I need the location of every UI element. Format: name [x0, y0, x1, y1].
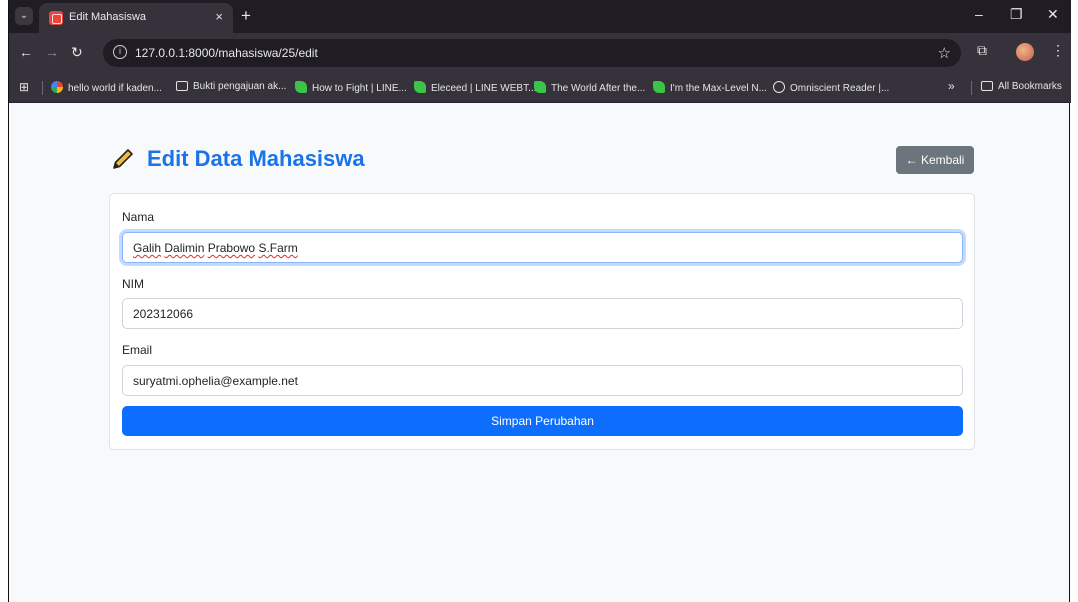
address-url[interactable]: 127.0.0.1:8000/mahasiswa/25/edit — [135, 46, 318, 60]
minimize-icon[interactable]: – — [975, 6, 983, 22]
nama-label: Nama — [122, 210, 155, 224]
bookmark-item[interactable]: How to Fight | LINE... — [295, 81, 407, 94]
google-icon — [51, 81, 63, 93]
bookmark-item[interactable]: I'm the Max-Level N... — [653, 81, 767, 94]
bookmark-item[interactable]: Eleceed | LINE WEBT... — [414, 81, 536, 94]
email-input[interactable]: suryatmi.ophelia@example.net — [122, 365, 963, 396]
save-changes-button[interactable]: Simpan Perubahan — [122, 406, 963, 436]
bookmarks-bar: ⊞ hello world if kaden... Bukti pengajua… — [9, 73, 1071, 103]
address-bar[interactable]: i 127.0.0.1:8000/mahasiswa/25/edit ☆ — [103, 39, 961, 67]
laravel-favicon-icon — [49, 11, 63, 25]
bookmark-item[interactable]: hello world if kaden... — [51, 81, 162, 94]
line-webtoon-icon — [653, 81, 665, 93]
tab-bar: ⌄ Edit Mahasiswa × + – ❐ ✕ — [9, 0, 1071, 33]
bookmark-item[interactable]: Omniscient Reader |... — [773, 81, 889, 94]
nama-input[interactable]: Galih Dalimin Prabowo S.Farm — [122, 232, 963, 263]
close-window-icon[interactable]: ✕ — [1047, 6, 1059, 23]
line-webtoon-icon — [414, 81, 426, 93]
forward-arrow-icon[interactable]: → — [45, 44, 59, 60]
back-arrow-icon[interactable]: ← — [19, 44, 33, 60]
page-title: Edit Data Mahasiswa — [111, 146, 365, 172]
tab-title: Edit Mahasiswa — [69, 11, 147, 23]
nim-label: NIM — [122, 277, 144, 291]
restore-icon[interactable]: ❐ — [1010, 6, 1023, 23]
new-tab-icon[interactable]: + — [241, 6, 251, 26]
bookmarks-divider — [971, 81, 972, 95]
tab-active[interactable]: Edit Mahasiswa × — [39, 3, 233, 33]
browser-window: ⌄ Edit Mahasiswa × + – ❐ ✕ ← → ↻ i 127.0… — [8, 0, 1071, 602]
globe-icon — [773, 81, 785, 93]
extensions-icon[interactable]: ⧉ — [977, 42, 987, 59]
reload-icon[interactable]: ↻ — [71, 44, 83, 61]
folder-icon — [981, 81, 993, 91]
tab-close-icon[interactable]: × — [215, 9, 223, 24]
page-title-text: Edit Data Mahasiswa — [147, 146, 365, 171]
page-content: Edit Data Mahasiswa ← Kembali Nama Galih… — [9, 104, 1069, 602]
edit-form-card: Nama Galih Dalimin Prabowo S.Farm NIM 20… — [109, 193, 975, 450]
pencil-icon — [113, 149, 133, 169]
bookmark-star-icon[interactable]: ☆ — [938, 44, 951, 62]
email-label: Email — [122, 343, 153, 357]
profile-avatar[interactable] — [1016, 43, 1034, 61]
folder-icon — [176, 81, 188, 91]
tab-search-icon[interactable]: ⌄ — [15, 7, 33, 25]
apps-grid-icon[interactable]: ⊞ — [19, 80, 29, 94]
bookmark-item[interactable]: Bukti pengajuan ak... — [176, 81, 286, 92]
bookmarks-divider — [42, 81, 43, 95]
more-menu-icon[interactable]: ⋮ — [1051, 42, 1065, 59]
site-info-icon[interactable]: i — [113, 45, 127, 59]
back-button[interactable]: ← Kembali — [896, 146, 974, 174]
line-webtoon-icon — [295, 81, 307, 93]
line-webtoon-icon — [534, 81, 546, 93]
bookmark-item[interactable]: The World After the... — [534, 81, 645, 94]
bookmarks-overflow-icon[interactable]: » — [948, 79, 955, 93]
all-bookmarks-button[interactable]: All Bookmarks — [981, 81, 1062, 92]
nim-input[interactable]: 202312066 — [122, 298, 963, 329]
browser-toolbar: ← → ↻ i 127.0.0.1:8000/mahasiswa/25/edit… — [9, 33, 1071, 73]
